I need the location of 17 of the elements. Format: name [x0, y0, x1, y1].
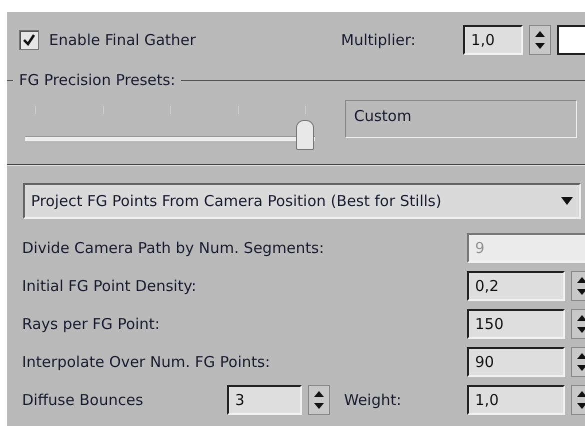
weight-label: Weight: [343, 391, 402, 409]
setting-label: Divide Camera Path by Num. Segments: [22, 239, 326, 257]
spinner-field[interactable]: 90 [467, 347, 565, 377]
multiplier-field[interactable]: 1,0 [463, 25, 523, 55]
preset-name: Custom [345, 100, 577, 138]
bounces-field[interactable]: 3 [227, 385, 302, 415]
projection-dropdown[interactable]: Project FG Points From Camera Position (Best for Stills) [23, 183, 581, 219]
group-title: FG Precision Presets: [18, 71, 176, 89]
spinner-field[interactable]: 150 [467, 309, 565, 339]
weight-field[interactable]: 1,0 [467, 385, 565, 415]
setting-label: Interpolate Over Num. FG Points: [22, 353, 271, 371]
checkbox-label: Enable Final Gather [49, 31, 197, 49]
setting-label: Rays per FG Point: [22, 315, 161, 333]
spinner-field[interactable]: 0,2 [467, 271, 565, 301]
setting-label: Initial FG Point Density: [22, 277, 198, 295]
multiplier-label: Multiplier: [341, 31, 417, 49]
bounces-label: Diffuse Bounces [22, 391, 144, 409]
